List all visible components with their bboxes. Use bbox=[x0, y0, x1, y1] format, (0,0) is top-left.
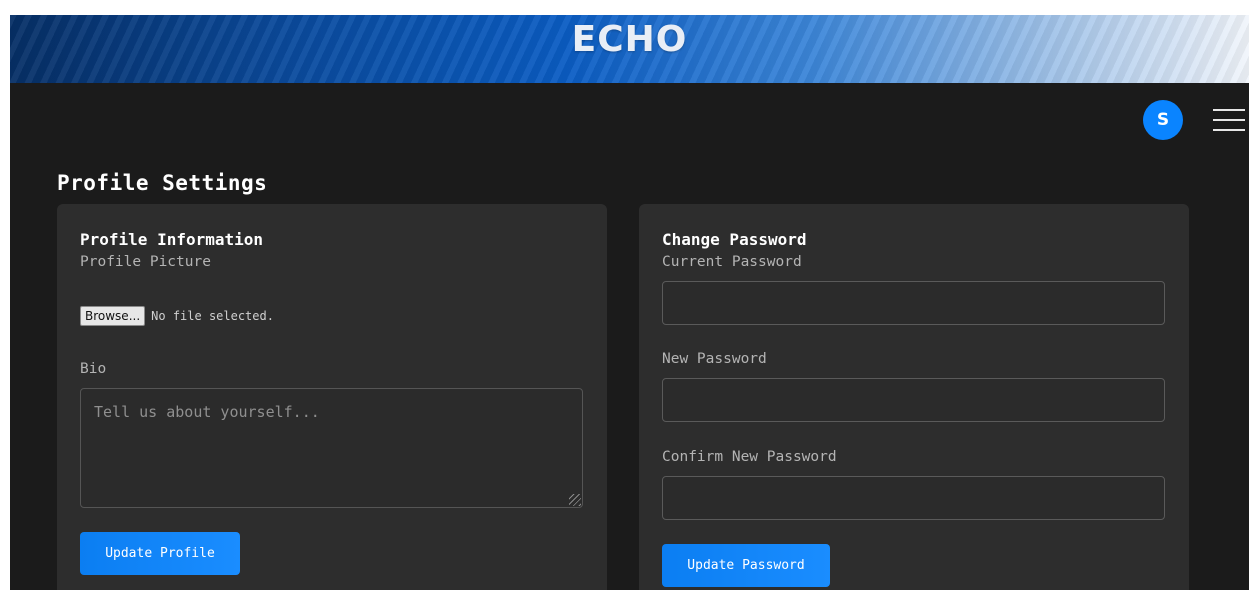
update-password-button[interactable]: Update Password bbox=[662, 544, 830, 587]
hamburger-menu-icon[interactable] bbox=[1213, 105, 1245, 135]
profile-picture-file-input: Browse... No file selected. bbox=[80, 306, 274, 326]
page-title: Profile Settings bbox=[57, 171, 268, 195]
new-password-label: New Password bbox=[662, 351, 767, 367]
card-title: Profile Information bbox=[80, 230, 264, 249]
brand-logo[interactable]: ECHO bbox=[10, 19, 1249, 60]
header-banner: ECHO bbox=[10, 15, 1249, 83]
confirm-password-label: Confirm New Password bbox=[662, 449, 837, 465]
current-password-label: Current Password bbox=[662, 254, 802, 270]
avatar[interactable]: S bbox=[1143, 100, 1183, 140]
profile-information-card: Profile Information Profile Picture Brow… bbox=[57, 204, 607, 590]
file-status-text: No file selected. bbox=[151, 309, 274, 323]
update-profile-button[interactable]: Update Profile bbox=[80, 532, 240, 575]
current-password-field[interactable] bbox=[662, 281, 1165, 325]
bio-placeholder: Tell us about yourself... bbox=[94, 403, 320, 421]
resize-grip-icon[interactable] bbox=[569, 494, 581, 506]
confirm-password-field[interactable] bbox=[662, 476, 1165, 520]
app-frame: ECHO S Profile Settings Profile Informat… bbox=[10, 15, 1249, 590]
browse-button[interactable]: Browse... bbox=[80, 306, 146, 326]
menu-line bbox=[1213, 109, 1245, 111]
new-password-field[interactable] bbox=[662, 378, 1165, 422]
menu-line bbox=[1213, 119, 1245, 121]
card-title: Change Password bbox=[662, 230, 807, 249]
change-password-card: Change Password Current Password New Pas… bbox=[639, 204, 1189, 590]
menu-line bbox=[1213, 129, 1245, 131]
bio-textarea[interactable]: Tell us about yourself... bbox=[80, 388, 583, 508]
bio-label: Bio bbox=[80, 361, 107, 377]
profile-picture-label: Profile Picture bbox=[80, 254, 211, 270]
